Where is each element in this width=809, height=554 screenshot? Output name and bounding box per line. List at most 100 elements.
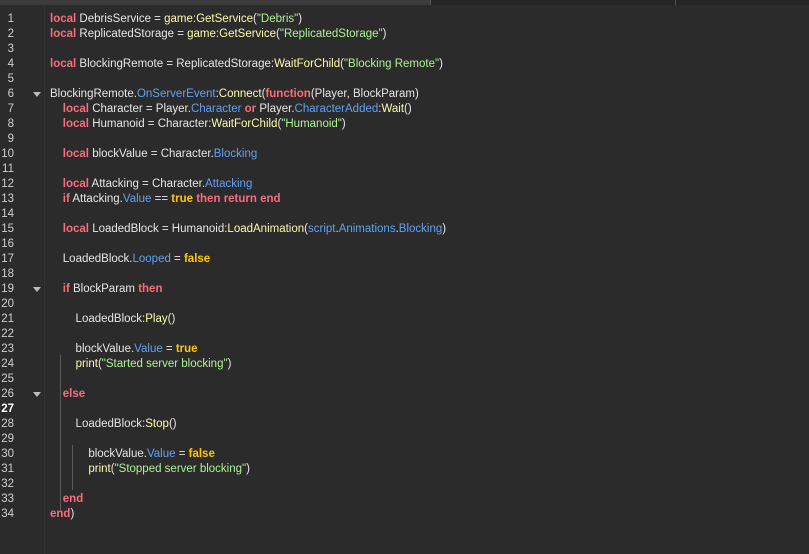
code-token: LoadedBlock.	[50, 253, 133, 265]
code-token: then	[138, 283, 163, 295]
code-line[interactable]: BlockingRemote.OnServerEvent:Connect(fun…	[50, 87, 419, 102]
code-token: blockValue.	[50, 343, 135, 355]
code-token: GetService	[219, 28, 277, 40]
chevron-down-icon[interactable]	[33, 92, 41, 97]
code-token: LoadedBlock:	[50, 313, 146, 325]
code-token: GetService	[196, 13, 253, 25]
code-line[interactable]: else	[50, 387, 85, 402]
code-token: or	[244, 103, 257, 115]
code-line[interactable]: local Character = Player.Character or Pl…	[50, 102, 412, 117]
code-token: )	[341, 118, 346, 130]
code-line[interactable]: end)	[50, 507, 74, 522]
line-number: 3	[7, 43, 14, 55]
code-token: Attacking = Character.	[89, 178, 206, 190]
code-token: Stop	[145, 418, 169, 430]
line-number: 32	[1, 478, 14, 490]
code-token: Value	[146, 448, 176, 460]
code-token: if	[62, 283, 70, 295]
code-token: ()	[167, 313, 176, 325]
code-token: LoadAnimation	[227, 223, 305, 235]
line-number: 2	[7, 28, 14, 40]
line-number-gutter: 1 2 3 4 5 6 7 8 9 10 11 12 13 14 15 16 17 18 19 20 21 22 23 24 2…	[0, 5, 44, 554]
code-line[interactable]: local BlockingRemote = ReplicatedStorage…	[50, 57, 443, 72]
code-token: DebrisService =	[76, 13, 165, 25]
line-number: 26	[1, 388, 14, 400]
code-token: WaitForChild	[211, 118, 278, 130]
code-token: )	[439, 58, 443, 70]
code-line[interactable]: print("Stopped server blocking")	[50, 462, 250, 477]
line-number: 25	[1, 373, 14, 385]
code-token: "Stopped server blocking"	[114, 463, 247, 475]
code-line[interactable]: if Attacking.Value == true then return e…	[50, 192, 281, 207]
code-token: print	[75, 358, 98, 370]
code-token: ()	[168, 418, 177, 430]
line-number: 6	[7, 88, 14, 100]
code-token: "Debris"	[256, 13, 299, 25]
code-line[interactable]: LoadedBlock.Looped = false	[50, 252, 210, 267]
code-token: local	[62, 178, 89, 190]
code-token: Play	[145, 313, 168, 325]
code-token: =	[162, 343, 176, 355]
code-token: )	[246, 463, 250, 475]
line-number: 33	[1, 493, 14, 505]
line-number: 34	[1, 508, 14, 520]
code-line[interactable]: end	[50, 492, 83, 507]
code-token: Humanoid = Character:	[89, 118, 212, 130]
code-line[interactable]: local LoadedBlock = Humanoid:LoadAnimati…	[50, 222, 446, 237]
code-token: ()	[404, 103, 412, 115]
code-line[interactable]: print("Started server blocking")	[50, 357, 232, 372]
code-token: Player.	[256, 103, 295, 115]
code-token: Value	[134, 343, 163, 355]
code-token: BlockingRemote = ReplicatedStorage:	[76, 58, 275, 70]
line-number: 18	[1, 268, 14, 280]
code-token: else	[62, 388, 86, 400]
code-line[interactable]: local Humanoid = Character:WaitForChild(…	[50, 117, 346, 132]
code-token: local	[62, 103, 89, 115]
code-token: ==	[151, 193, 172, 205]
code-token: print	[88, 463, 111, 475]
code-token: then	[196, 193, 221, 205]
line-number: 20	[1, 298, 14, 310]
code-line[interactable]: blockValue.Value = false	[50, 447, 215, 462]
code-line[interactable]: if BlockParam then	[50, 282, 163, 297]
code-token: false	[188, 448, 215, 460]
line-number: 27	[1, 403, 14, 415]
indent-guide	[60, 355, 61, 510]
code-token: =	[170, 253, 184, 265]
code-token: Blocking	[213, 148, 258, 160]
code-line[interactable]: LoadedBlock:Stop()	[50, 417, 177, 432]
line-number: 24	[1, 358, 14, 370]
line-number: 19	[1, 283, 14, 295]
line-number: 12	[1, 178, 14, 190]
code-token: true	[175, 343, 198, 355]
line-number: 5	[7, 73, 14, 85]
code-line[interactable]: LoadedBlock:Play()	[50, 312, 176, 327]
line-number: 29	[1, 433, 14, 445]
code-line[interactable]: local blockValue = Character.Blocking	[50, 147, 257, 162]
code-token: BlockingRemote.	[50, 88, 137, 100]
line-number: 7	[7, 103, 14, 115]
line-number: 22	[1, 328, 14, 340]
code-token: ReplicatedStorage =	[76, 28, 188, 40]
code-line[interactable]: local DebrisService = game:GetService("D…	[50, 12, 302, 27]
chevron-down-icon[interactable]	[33, 392, 41, 397]
code-token: Connect	[218, 88, 262, 100]
line-number: 28	[1, 418, 14, 430]
code-token: )	[298, 13, 303, 25]
line-number: 4	[7, 58, 14, 70]
code-line[interactable]: local ReplicatedStorage = game:GetServic…	[50, 27, 386, 42]
code-token: local	[50, 13, 77, 25]
code-editor[interactable]: local DebrisService = game:GetService("D…	[45, 5, 809, 554]
code-token: Attacking	[205, 178, 253, 190]
chevron-down-icon[interactable]	[33, 287, 41, 292]
code-line[interactable]: local Attacking = Character.Attacking	[50, 177, 253, 192]
code-token: =	[175, 448, 189, 460]
code-line[interactable]: blockValue.Value = true	[50, 342, 198, 357]
code-token: function	[265, 88, 311, 100]
code-token: game	[187, 28, 216, 40]
